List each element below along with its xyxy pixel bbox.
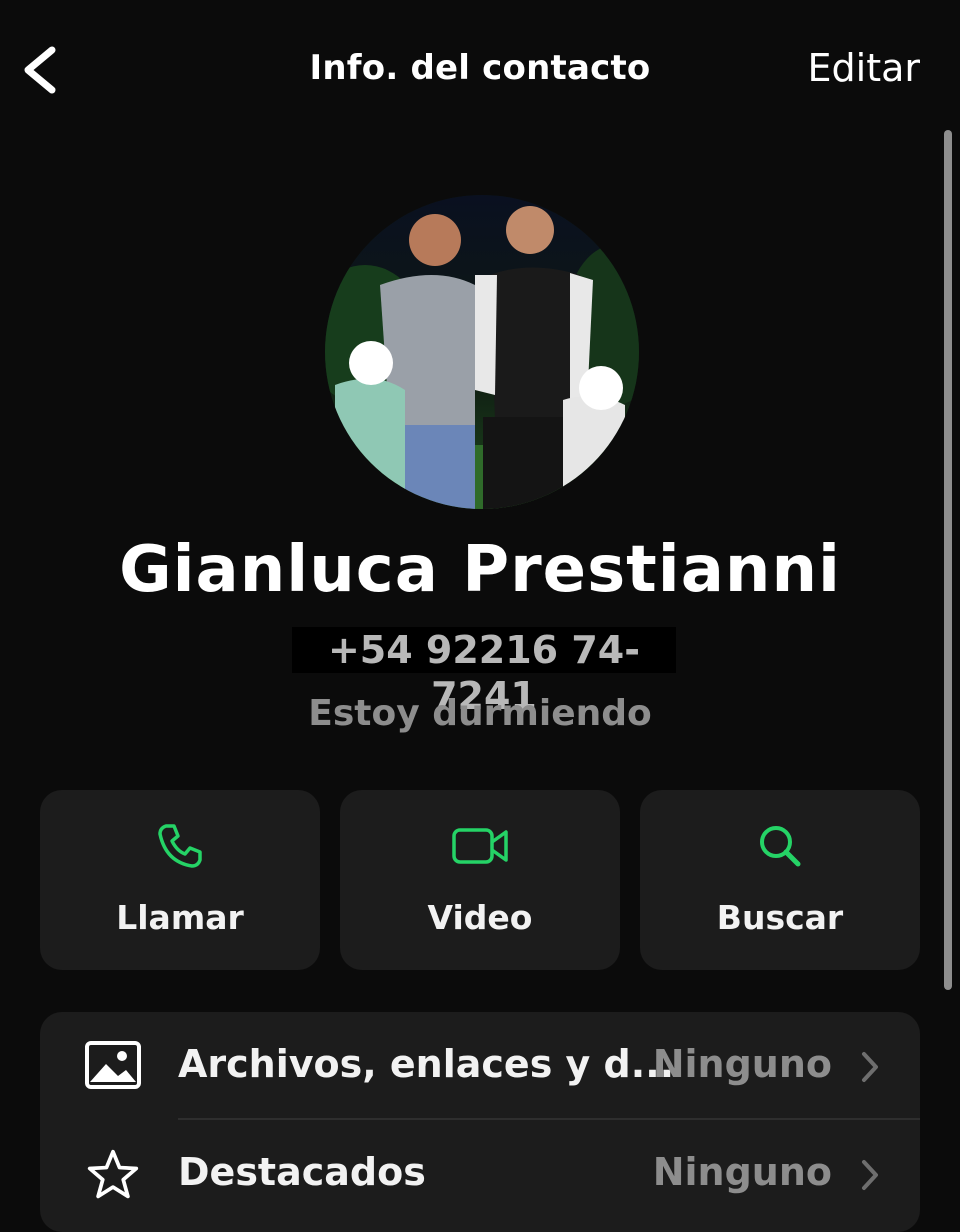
phone-icon: [158, 824, 202, 868]
starred-value: Ninguno: [652, 1150, 832, 1194]
video-button[interactable]: Video: [340, 790, 620, 970]
search-icon: [760, 826, 801, 867]
starred-label: Destacados: [178, 1150, 426, 1194]
top-navigation-bar: Info. del contacto Editar: [0, 0, 960, 140]
search-button[interactable]: Buscar: [640, 790, 920, 970]
call-label: Llamar: [116, 898, 244, 937]
contact-status: Estoy durmiendo: [308, 693, 652, 734]
edit-button[interactable]: Editar: [808, 46, 921, 90]
search-label: Buscar: [716, 898, 844, 937]
media-label: Archivos, enlaces y d...: [178, 1042, 675, 1086]
chevron-right-icon: [862, 1160, 878, 1190]
star-icon: [87, 1149, 139, 1199]
media-value: Ninguno: [652, 1042, 832, 1086]
call-button[interactable]: Llamar: [40, 790, 320, 970]
avatar-photo: [325, 195, 639, 509]
video-label: Video: [427, 898, 533, 937]
image-icon: [85, 1041, 141, 1089]
contact-details-list: Archivos, enlaces y d... Ninguno Destaca…: [40, 1012, 920, 1232]
video-camera-icon: [452, 828, 508, 864]
contact-avatar[interactable]: [325, 195, 639, 509]
contact-phone[interactable]: +54 92216 74-7241: [292, 627, 676, 718]
contact-name: Gianluca Prestianni: [119, 533, 841, 607]
list-item-starred[interactable]: Destacados Ninguno: [40, 1120, 920, 1228]
chevron-right-icon: [862, 1052, 878, 1082]
list-item-media[interactable]: Archivos, enlaces y d... Ninguno: [40, 1012, 920, 1120]
